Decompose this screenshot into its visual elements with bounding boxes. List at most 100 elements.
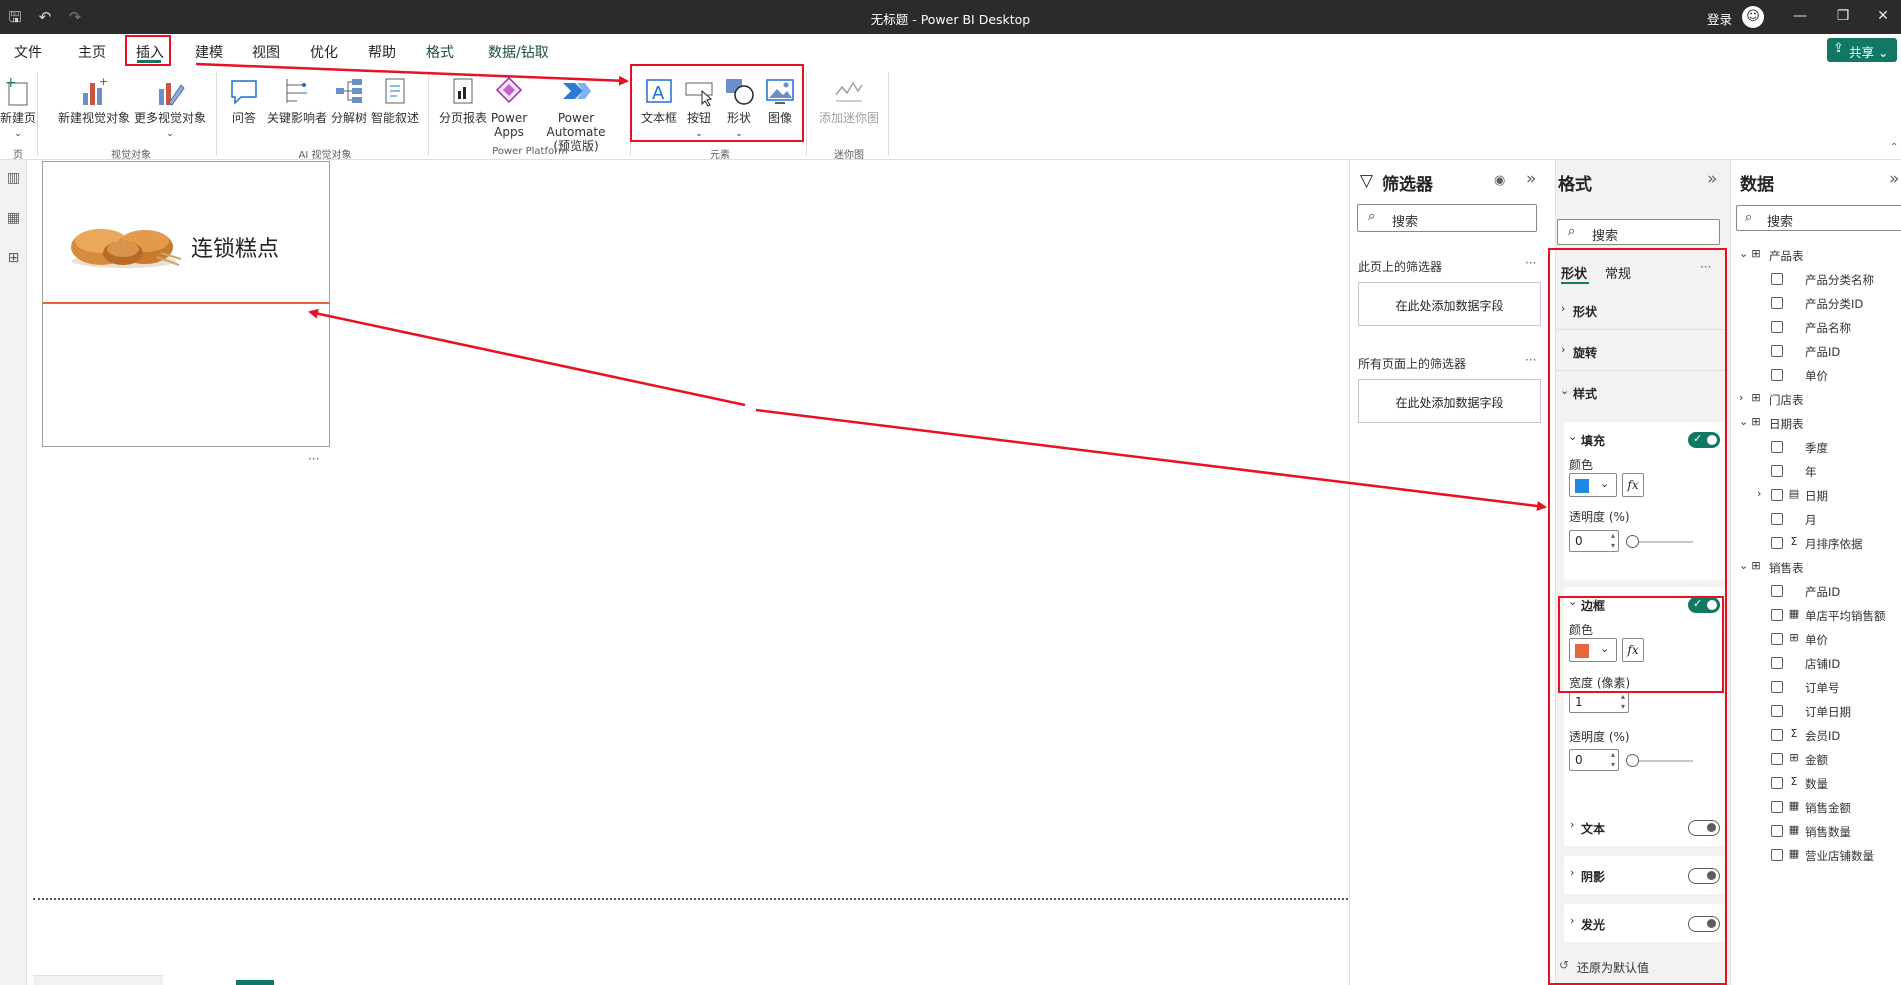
data-search-input[interactable]: ⌕ 搜索 [1736,205,1901,231]
collapse-filters-icon[interactable]: » [1526,169,1536,189]
model-view-icon[interactable]: ⊞ [5,250,22,267]
new-page-button[interactable]: + 新建页 ⌄ [0,75,36,141]
field-checkbox[interactable] [1771,633,1783,645]
this-page-more[interactable]: ··· [1525,256,1536,270]
field-item[interactable]: 产品ID [1731,340,1901,362]
close-icon[interactable]: ✕ [1873,8,1893,24]
chevron-down-icon[interactable]: ⌄ [1739,559,1748,572]
power-apps-button[interactable]: Power Apps [490,75,528,139]
field-item[interactable]: 单价 [1731,364,1901,386]
field-checkbox[interactable] [1771,537,1783,549]
all-pages-drop-zone[interactable]: 在此处添加数据字段 [1358,379,1541,423]
tab-file[interactable]: 文件 [14,42,42,62]
table-view-icon[interactable]: ▦ [5,210,22,227]
field-checkbox[interactable] [1771,273,1783,285]
field-checkbox[interactable] [1771,513,1783,525]
smart-narrative-button[interactable]: 智能叙述 [370,75,420,125]
field-item[interactable]: 季度 [1731,436,1901,458]
tab-optimize[interactable]: 优化 [310,42,338,62]
sign-in-link[interactable]: 登录 [1707,9,1732,28]
power-automate-button[interactable]: Power Automate (预览版) [530,75,622,153]
field-item[interactable]: ▦ 营业店铺数量 [1731,844,1901,866]
this-page-drop-zone[interactable]: 在此处添加数据字段 [1358,282,1541,326]
field-checkbox[interactable] [1771,297,1783,309]
field-item[interactable]: 产品名称 [1731,316,1901,338]
tab-home[interactable]: 主页 [78,42,106,62]
field-checkbox[interactable] [1771,609,1783,621]
field-checkbox[interactable] [1771,441,1783,453]
collapse-ribbon-icon[interactable]: ⌃ [1890,142,1898,153]
page-tab-strip[interactable] [33,975,163,985]
field-checkbox[interactable] [1771,489,1783,501]
active-page-tab[interactable] [236,980,274,985]
field-checkbox[interactable] [1771,345,1783,357]
search-icon: ⌕ [1368,209,1376,224]
field-item[interactable]: 年 [1731,460,1901,482]
field-item[interactable]: ⊞ 金额 [1731,748,1901,770]
field-item[interactable]: › ▤ 日期 [1731,484,1901,506]
field-checkbox[interactable] [1771,729,1783,741]
chevron-down-icon[interactable]: ⌄ [1739,415,1748,428]
field-checkbox[interactable] [1771,465,1783,477]
qa-label: 问答 [231,111,256,125]
filters-search-input[interactable]: ⌕ 搜索 [1357,204,1537,232]
field-item[interactable]: 订单号 [1731,676,1901,698]
field-item[interactable]: ▦ 销售金额 [1731,796,1901,818]
field-checkbox[interactable] [1771,705,1783,717]
field-item[interactable]: ⊞ 单价 [1731,628,1901,650]
field-item[interactable]: Σ 月排序依据 [1731,532,1901,554]
tab-format[interactable]: 格式 [426,42,454,62]
field-checkbox[interactable] [1771,849,1783,861]
field-checkbox[interactable] [1771,681,1783,693]
more-visuals-button[interactable]: 更多视觉对象 ⌄ [132,75,208,141]
restore-icon[interactable]: ❐ [1833,8,1853,24]
field-checkbox[interactable] [1771,777,1783,789]
tab-view[interactable]: 视图 [252,42,280,62]
chevron-right-icon[interactable]: › [1739,391,1743,404]
minimize-icon[interactable]: — [1790,8,1810,24]
field-checkbox[interactable] [1771,657,1783,669]
user-avatar-icon[interactable]: ☺ [1742,6,1764,28]
field-item[interactable]: ▦ 单店平均销售额 [1731,604,1901,626]
field-item[interactable]: ▦ 销售数量 [1731,820,1901,842]
field-checkbox[interactable] [1771,321,1783,333]
table-node[interactable]: ⌄ ⊞ 产品表 [1731,244,1901,266]
shape-visual[interactable]: 连锁糕点 [42,161,330,447]
field-checkbox[interactable] [1771,369,1783,381]
field-checkbox[interactable] [1771,825,1783,837]
report-view-icon[interactable]: ▥ [5,170,22,187]
collapse-format-icon[interactable]: » [1707,169,1717,189]
qa-button[interactable]: 问答 [226,75,262,125]
field-item[interactable]: 产品分类ID [1731,292,1901,314]
table-node[interactable]: › ⊞ 门店表 [1731,388,1901,410]
add-sparkline-button[interactable]: 添加迷你图 [814,75,884,125]
sigma-icon: Σ [1790,535,1798,548]
format-search-input[interactable]: ⌕ 搜索 [1557,219,1720,245]
collapse-data-icon[interactable]: » [1889,169,1899,189]
field-item[interactable]: 产品ID [1731,580,1901,602]
field-item[interactable]: 店铺ID [1731,652,1901,674]
field-item[interactable]: Σ 数量 [1731,772,1901,794]
key-influencers-button[interactable]: 关键影响者 [264,75,330,125]
field-checkbox[interactable] [1771,801,1783,813]
tab-modeling[interactable]: 建模 [195,42,223,62]
field-item[interactable]: 产品分类名称 [1731,268,1901,290]
share-button[interactable]: ⇪ 共享 ⌄ [1827,38,1897,62]
field-item[interactable]: 月 [1731,508,1901,530]
field-item[interactable]: 订单日期 [1731,700,1901,722]
chevron-right-icon[interactable]: › [1757,487,1761,500]
decomp-tree-button[interactable]: 分解树 [330,75,368,125]
paginated-report-button[interactable]: 分页报表 [438,75,488,125]
field-checkbox[interactable] [1771,753,1783,765]
table-node[interactable]: ⌄ ⊞ 销售表 [1731,556,1901,578]
chevron-down-icon[interactable]: ⌄ [1739,247,1748,260]
visual-more-options[interactable]: ··· [308,452,319,466]
table-node[interactable]: ⌄ ⊞ 日期表 [1731,412,1901,434]
eye-icon[interactable]: ◉ [1494,173,1505,188]
new-visual-button[interactable]: + 新建视觉对象 [56,75,132,125]
field-item[interactable]: Σ 会员ID [1731,724,1901,746]
all-pages-more[interactable]: ··· [1525,353,1536,367]
field-checkbox[interactable] [1771,585,1783,597]
tab-help[interactable]: 帮助 [368,42,396,62]
tab-data-drill[interactable]: 数据/钻取 [488,42,549,62]
